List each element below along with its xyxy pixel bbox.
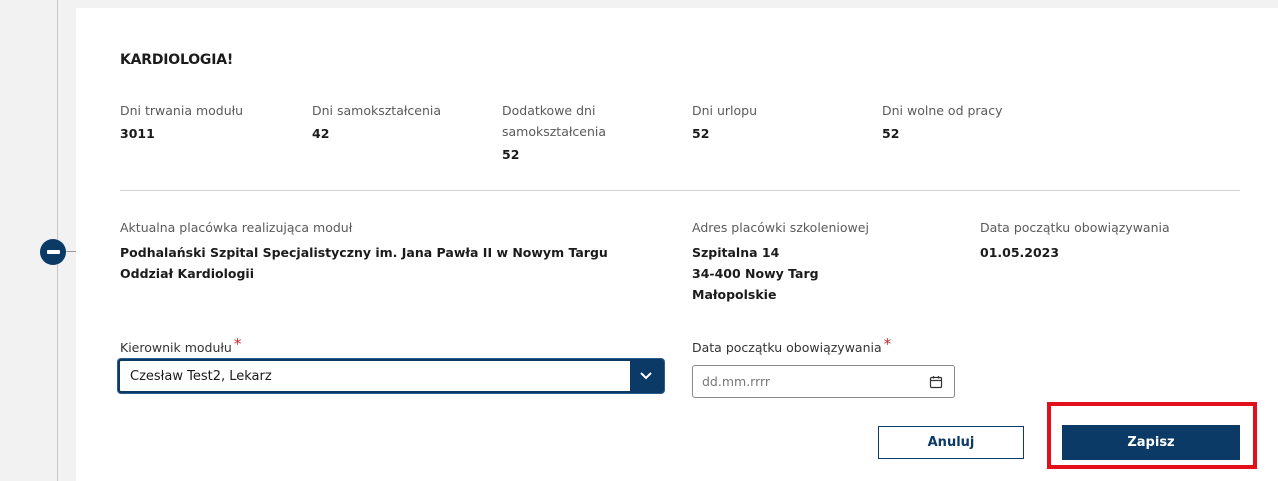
facility-start-date: Data początku obowiązywania 01.05.2023	[980, 220, 1170, 263]
stat-vacation-days: Dni urlopu 52	[692, 100, 757, 141]
stat-label: Dni wolne od pracy	[882, 103, 1003, 118]
stat-module-days: Dni trwania modułu 3011	[120, 100, 243, 141]
stat-value: 42	[312, 126, 330, 141]
save-button[interactable]: Zapisz	[1062, 425, 1240, 460]
required-mark: *	[233, 335, 242, 353]
address-region: Małopolskie	[692, 287, 777, 302]
current-facility-label: Aktualna placówka realizująca moduł	[120, 220, 353, 235]
module-title: KARDIOLOGIA!	[120, 52, 234, 68]
current-facility-name: Podhalański Szpital Specjalistyczny im. …	[120, 242, 608, 284]
facility-address: Adres placówki szkoleniowej Szpitalna 14…	[692, 220, 869, 305]
cancel-button[interactable]: Anuluj	[878, 426, 1024, 459]
date-placeholder: dd.mm.rrrr	[702, 374, 771, 389]
timeline-connector	[66, 251, 76, 252]
stat-value: 52	[882, 126, 900, 141]
stat-label: Dni samokształcenia	[312, 103, 442, 118]
manager-label-text: Kierownik modułu	[120, 340, 232, 355]
stat-value: 52	[692, 126, 710, 141]
required-mark: *	[883, 335, 892, 353]
stat-extra-self-study-days: Dodatkowe dni samokształcenia 52	[502, 100, 632, 162]
start-date-value: 01.05.2023	[980, 245, 1060, 260]
manager-field-label: Kierownik modułu *	[120, 335, 242, 356]
section-divider	[120, 190, 1240, 191]
date-field-label: Data początku obowiązywania *	[692, 335, 892, 356]
address-street: Szpitalna 14	[692, 245, 780, 260]
start-date-input[interactable]: dd.mm.rrrr	[692, 365, 955, 398]
module-card: KARDIOLOGIA! Dni trwania modułu 3011 Dni…	[76, 8, 1278, 481]
start-date-label: Data początku obowiązywania	[980, 220, 1170, 235]
stat-value: 3011	[120, 126, 155, 141]
stat-self-study-days: Dni samokształcenia 42	[312, 100, 441, 141]
stat-days-off: Dni wolne od pracy 52	[882, 100, 1002, 141]
facility-name-line: Podhalański Szpital Specjalistyczny im. …	[120, 245, 608, 260]
address-city: 34-400 Nowy Targ	[692, 266, 819, 281]
manager-select[interactable]: Czesław Test2, Lekarz	[118, 359, 664, 393]
facility-address-value: Szpitalna 14 34-400 Nowy Targ Małopolski…	[692, 242, 869, 305]
stat-label: Dni urlopu	[692, 103, 758, 118]
stat-label: Dodatkowe dni samokształcenia	[502, 103, 607, 139]
chevron-down-icon[interactable]	[630, 361, 662, 391]
facility-address-label: Adres placówki szkoleniowej	[692, 220, 869, 235]
calendar-icon[interactable]	[929, 374, 943, 393]
current-facility: Aktualna placówka realizująca moduł Podh…	[120, 220, 608, 284]
minus-circle-icon[interactable]	[40, 239, 66, 265]
date-label-text: Data początku obowiązywania	[692, 340, 882, 355]
manager-select-value: Czesław Test2, Lekarz	[130, 369, 272, 384]
facility-department-line: Oddział Kardiologii	[120, 266, 255, 281]
stat-label: Dni trwania modułu	[120, 103, 244, 118]
stat-value: 52	[502, 147, 520, 162]
